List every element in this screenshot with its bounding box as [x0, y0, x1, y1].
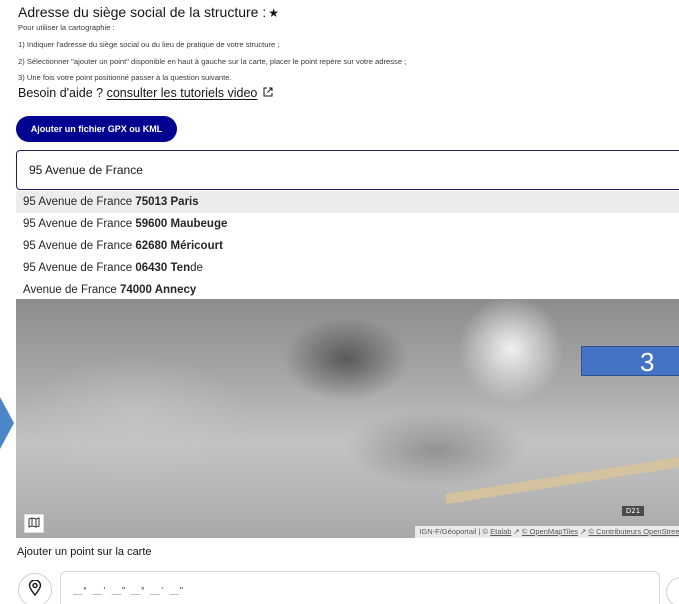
- address-suggestions-list: 95 Avenue de France 75013 Paris 95 Avenu…: [16, 191, 679, 301]
- suggestion-street: Avenue de France: [23, 284, 120, 296]
- suggestion-street: 95 Avenue de France: [23, 218, 136, 230]
- coordinates-field[interactable]: __° __' __" __° __' __": [60, 571, 660, 604]
- map-layers-icon: [28, 515, 40, 533]
- road-label: D21: [622, 506, 644, 516]
- video-tutorials-link[interactable]: consulter les tutoriels video: [107, 86, 258, 100]
- map-instruction-step-3: 3) Une fois votre point positionné passe…: [18, 73, 232, 82]
- suggestion-city: 75013 Paris: [135, 196, 199, 208]
- attribution-link-osm[interactable]: © Contributeurs OpenStreetMa: [589, 527, 679, 536]
- external-link-icon: [260, 87, 273, 100]
- help-prefix: Besoin d'aide ?: [18, 86, 104, 100]
- map-attribution: IGN-F/Géoportail | © Etalab ↗ © OpenMapT…: [415, 526, 679, 538]
- address-question-title-text: Adresse du siège social de la structure …: [18, 4, 267, 20]
- suggestion-city: 74000 Annecy: [119, 284, 197, 296]
- map-instructions-intro: Pour utiliser la cartographie :: [18, 23, 115, 32]
- map-instruction-step-1: 1) Indiquer l'adresse du siège social ou…: [18, 40, 280, 49]
- remove-point-button[interactable]: [666, 577, 679, 604]
- address-suggestion[interactable]: 95 Avenue de France 06430 Tende: [16, 257, 679, 279]
- required-star-icon: ★: [268, 6, 280, 20]
- address-suggestion[interactable]: 95 Avenue de France 62680 Méricourt: [16, 235, 679, 257]
- map-instruction-step-2: 2) Sélectionner "ajouter un point" dispo…: [18, 57, 407, 66]
- suggestion-city: 59600 Maubeuge: [135, 218, 228, 230]
- address-suggestion[interactable]: Avenue de France 74000 Annecy: [16, 279, 679, 301]
- address-question-title: Adresse du siège social de la structure …: [18, 4, 279, 20]
- attribution-link-etalab[interactable]: Etalab: [490, 527, 511, 536]
- add-point-button[interactable]: [18, 573, 52, 604]
- external-link-icon: ↗: [513, 527, 520, 536]
- add-gpx-kml-button[interactable]: Ajouter un fichier GPX ou KML: [16, 116, 177, 142]
- map-layers-button[interactable]: [24, 514, 44, 533]
- step-badge: 3: [581, 346, 679, 377]
- add-point-label: Ajouter un point sur la carte: [17, 546, 152, 558]
- coordinates-placeholder: __° __' __" __° __' __": [73, 586, 184, 595]
- suggestion-street: 95 Avenue de France: [23, 240, 136, 252]
- suggestion-street: 95 Avenue de France: [23, 262, 136, 274]
- suggestion-street: 95 Avenue de France: [23, 196, 136, 208]
- address-suggestion[interactable]: 95 Avenue de France 59600 Maubeuge: [16, 213, 679, 235]
- attribution-prefix: IGN-F/Géoportail | ©: [419, 527, 489, 536]
- suggestion-city-rest: de: [190, 262, 203, 274]
- suggestion-city: 06430 Ten: [135, 262, 191, 274]
- suggestion-city: 62680 Méricourt: [135, 240, 223, 252]
- pointer-arrow-icon: [0, 397, 14, 449]
- external-link-icon: ↗: [580, 527, 587, 536]
- attribution-link-openmaptiles[interactable]: © OpenMapTiles: [522, 527, 578, 536]
- address-search-box: [16, 150, 679, 190]
- address-suggestion[interactable]: 95 Avenue de France 75013 Paris: [16, 191, 679, 213]
- map-road: [445, 447, 679, 504]
- address-search-input[interactable]: [17, 151, 679, 189]
- map-view[interactable]: D21 3 IGN-F/Géoportail | © Etalab ↗ © Op…: [16, 299, 679, 538]
- help-line: Besoin d'aide ? consulter les tutoriels …: [18, 86, 273, 100]
- location-pin-icon: [28, 578, 42, 601]
